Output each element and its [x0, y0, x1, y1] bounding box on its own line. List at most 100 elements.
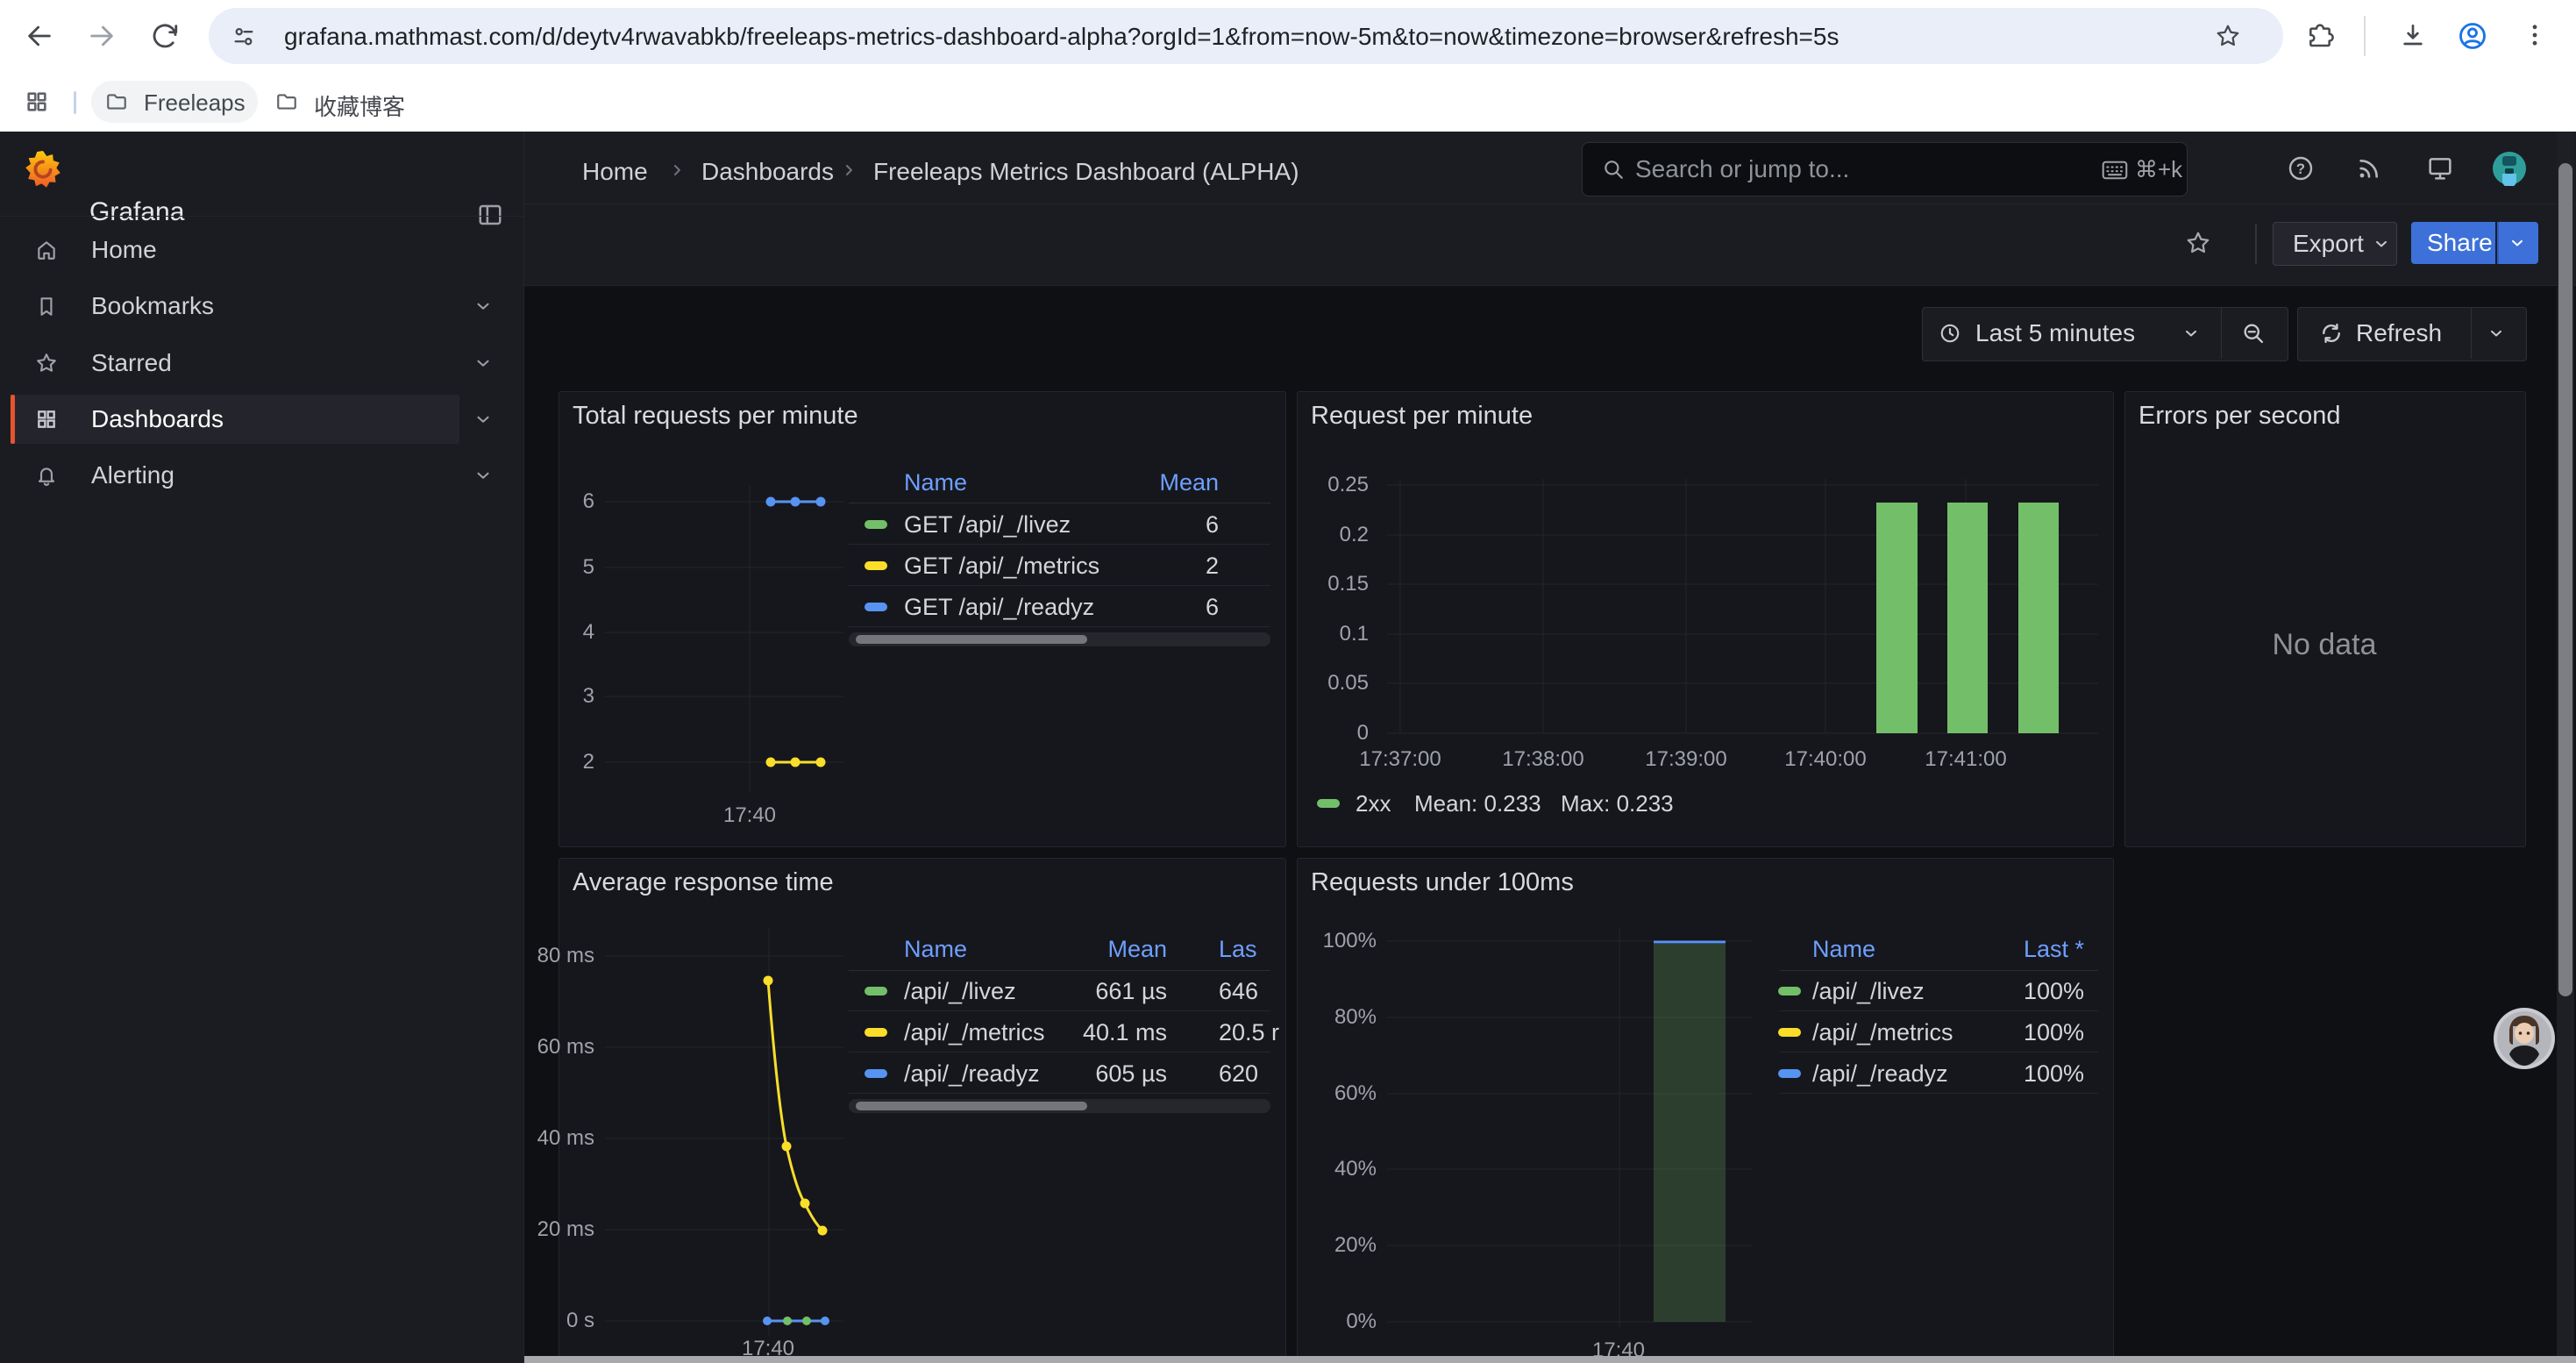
reload-icon[interactable] — [150, 21, 180, 51]
export-button[interactable]: Export — [2273, 222, 2397, 266]
y-tick: 0 — [1276, 721, 1369, 746]
page-scrollbar-thumb[interactable] — [2558, 163, 2572, 996]
legend-series-last: 20.5 r — [1219, 1019, 1279, 1046]
legend-series-name[interactable]: /api/_/metrics — [1812, 1019, 1953, 1046]
news-rss-icon[interactable] — [2355, 154, 2383, 182]
sidebar-item-label: Alerting — [91, 461, 174, 489]
url-input[interactable] — [282, 8, 2197, 66]
legend-series-name[interactable]: /api/_/livez — [1812, 978, 1925, 1005]
export-label: Export — [2293, 230, 2364, 258]
legend-series-name[interactable]: /api/_/livez — [904, 978, 1016, 1005]
bookmark-folder-blogs[interactable]: 收藏博客 — [268, 81, 444, 123]
grafana-logo[interactable] — [23, 149, 63, 193]
x-tick: 17:40:00 — [1760, 747, 1891, 772]
help-icon[interactable]: ? — [2287, 154, 2315, 182]
table-divider — [1780, 1010, 2098, 1011]
series-2xx-bars — [1876, 503, 2059, 733]
y-tick: 20 ms — [480, 1217, 594, 1242]
legend-scrollbar-thumb[interactable] — [856, 635, 1087, 644]
breadcrumb-dashboards[interactable]: Dashboards — [701, 158, 834, 186]
sidebar-item-label: Starred — [91, 349, 172, 377]
bookmark-star-icon[interactable] — [2215, 23, 2241, 49]
legend-col-last[interactable]: Las — [1219, 936, 1257, 963]
sidebar-item-home[interactable]: Home — [11, 225, 459, 275]
dashboard-toolbar — [524, 204, 2576, 286]
chevron-down-icon — [2508, 234, 2526, 252]
address-bar[interactable] — [209, 8, 2283, 64]
legend-col-mean[interactable]: Mean — [1052, 469, 1219, 496]
table-divider — [849, 626, 1270, 627]
browser-menu-icon[interactable] — [2520, 20, 2550, 50]
extensions-icon[interactable] — [2306, 21, 2334, 49]
profile-icon[interactable] — [2457, 20, 2488, 52]
y-tick: 60% — [1271, 1081, 1377, 1106]
sidebar-item-dashboards[interactable]: Dashboards — [11, 395, 459, 444]
zoom-out-button[interactable] — [2222, 308, 2287, 359]
legend-col-last[interactable]: Last * — [1955, 936, 2084, 963]
y-tick: 80 ms — [480, 944, 594, 968]
x-tick: 17:37:00 — [1334, 747, 1466, 772]
series-metrics-line — [766, 758, 826, 767]
y-tick: 0.1 — [1276, 622, 1369, 646]
breadcrumb-current: Freeleaps Metrics Dashboard (ALPHA) — [873, 158, 1299, 186]
table-divider — [849, 1052, 1270, 1053]
apps-grid-icon[interactable] — [25, 89, 49, 114]
legend-col-name[interactable]: Name — [904, 936, 967, 963]
series-swatch — [865, 1069, 887, 1078]
legend-series-name[interactable]: GET /api/_/livez — [904, 511, 1071, 539]
chevron-down-icon[interactable] — [473, 353, 493, 373]
legend-col-mean[interactable]: Mean — [1008, 936, 1167, 963]
svg-text:?: ? — [2296, 161, 2305, 177]
refresh-controls: Refresh — [2297, 307, 2527, 361]
bookmark-folder-freeleaps[interactable]: Freeleaps — [91, 81, 258, 123]
time-range-label: Last 5 minutes — [1975, 319, 2135, 347]
collapse-sidebar-icon[interactable] — [477, 202, 503, 228]
chevron-down-icon[interactable] — [473, 296, 493, 316]
sidebar-item-bookmarks[interactable]: Bookmarks — [11, 282, 459, 331]
breadcrumb-home[interactable]: Home — [582, 158, 648, 186]
legend-series-mean: 661 µs — [1008, 978, 1167, 1005]
panel-title[interactable]: Errors per second — [2138, 402, 2341, 431]
forward-icon[interactable] — [87, 21, 117, 51]
horizontal-scrollbar[interactable] — [524, 1356, 2576, 1363]
site-settings-icon[interactable] — [231, 25, 256, 49]
user-avatar[interactable] — [2492, 151, 2527, 186]
y-tick: 2 — [507, 750, 594, 774]
chevron-down-icon[interactable] — [473, 410, 493, 429]
legend-col-name[interactable]: Name — [904, 469, 967, 496]
series-probe-lines — [763, 1317, 829, 1325]
search-box[interactable]: ⌘+k — [1582, 142, 2188, 196]
monitor-icon[interactable] — [2425, 154, 2455, 182]
legend-series-mean: 6 — [1052, 594, 1219, 621]
series-swatch — [1778, 987, 1801, 995]
search-input[interactable] — [1633, 143, 2093, 196]
y-tick: 40 ms — [480, 1126, 594, 1151]
series-readyz-line — [766, 497, 826, 507]
table-divider — [1780, 970, 2098, 971]
table-divider — [849, 585, 1270, 586]
share-label: Share — [2427, 229, 2493, 257]
assistant-avatar[interactable] — [2493, 1007, 2556, 1070]
chevron-down-icon[interactable] — [473, 466, 493, 485]
y-tick: 5 — [507, 555, 594, 580]
star-icon — [35, 352, 58, 375]
active-indicator — [11, 395, 15, 444]
series-swatch — [865, 603, 887, 611]
y-tick: 6 — [507, 489, 594, 514]
sidebar-item-starred[interactable]: Starred — [11, 339, 459, 388]
legend-series-name[interactable]: /api/_/readyz — [1812, 1060, 1948, 1088]
legend-col-name[interactable]: Name — [1812, 936, 1875, 963]
time-range-picker[interactable]: Last 5 minutes — [1923, 308, 2221, 359]
share-caret-button[interactable] — [2497, 222, 2538, 264]
legend-series-name[interactable]: 2xx — [1356, 790, 1391, 817]
back-icon[interactable] — [25, 21, 54, 51]
legend-scrollbar-thumb[interactable] — [856, 1102, 1087, 1110]
favorite-star-icon[interactable] — [2185, 230, 2211, 256]
refresh-interval-caret[interactable] — [2472, 308, 2524, 359]
sidebar-item-alerting[interactable]: Alerting — [11, 451, 459, 500]
sidebar-item-label: Home — [91, 236, 157, 264]
share-button[interactable]: Share — [2411, 222, 2495, 264]
refresh-button[interactable]: Refresh — [2298, 308, 2471, 359]
bookmarks-bar: Freeleaps 收藏博客 — [0, 72, 2576, 132]
downloads-icon[interactable] — [2399, 21, 2427, 49]
